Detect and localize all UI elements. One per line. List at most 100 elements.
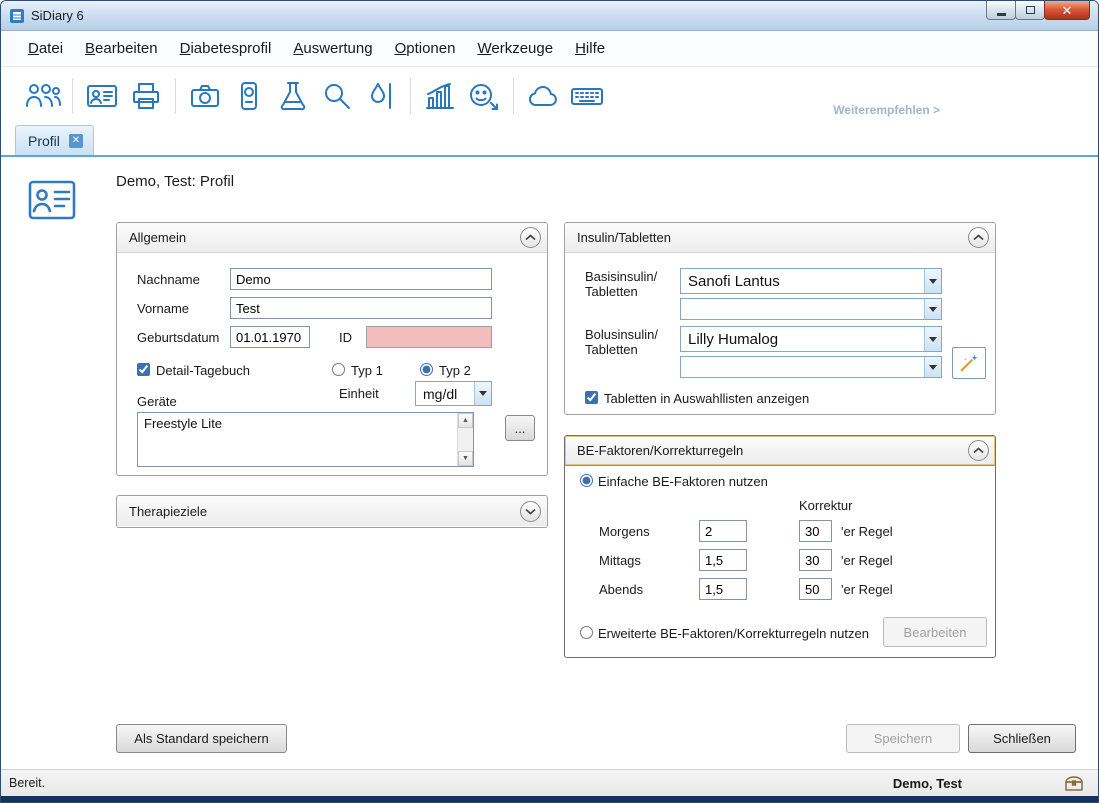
chevron-up-icon <box>973 447 984 454</box>
smiley-icon[interactable] <box>462 74 506 118</box>
menu-optionen[interactable]: Optionen <box>386 36 465 61</box>
tabletten-anzeigen-checkbox[interactable] <box>585 391 598 404</box>
devices-textarea[interactable]: Freestyle Lite ▲ ▼ <box>137 412 474 467</box>
detail-tagebuch-label: Detail-Tagebuch <box>156 363 250 378</box>
status-current-user: Demo, Test <box>893 776 962 791</box>
chevron-down-icon <box>924 357 941 377</box>
vorname-input[interactable] <box>230 297 492 319</box>
chest-icon <box>1064 774 1084 792</box>
erweiterte-be-radio[interactable] <box>580 626 593 639</box>
menu-hilfe[interactable]: Hilfe <box>566 36 614 61</box>
chevron-down-icon <box>525 508 536 515</box>
einheit-label: Einheit <box>339 386 379 401</box>
bearbeiten-button[interactable]: Bearbeiten <box>883 617 987 647</box>
basisinsulin-value: Sanofi Lantus <box>681 269 924 293</box>
bolusinsulin-value-2 <box>681 357 924 377</box>
speichern-button[interactable]: Speichern <box>846 724 960 753</box>
profile-card-icon[interactable] <box>80 74 124 118</box>
id-label: ID <box>339 330 352 345</box>
profile-page-icon <box>28 179 76 221</box>
detail-tagebuch-checkbox[interactable] <box>137 363 150 376</box>
typ1-label: Typ 1 <box>351 363 383 378</box>
bolusinsulin-select-2[interactable] <box>680 356 942 378</box>
tab-profil[interactable]: Profil ✕ <box>15 125 94 155</box>
close-button[interactable]: ✕ <box>1044 1 1090 20</box>
geburtsdatum-input[interactable] <box>230 326 310 348</box>
korrektur-label: Korrektur <box>799 498 852 513</box>
chevron-up-icon <box>525 234 536 241</box>
tab-close-icon[interactable]: ✕ <box>69 134 83 148</box>
erweiterte-be-label: Erweiterte BE-Faktoren/Korrekturregeln n… <box>598 626 869 641</box>
title-bar: SiDiary 6 ✕ <box>1 1 1098 31</box>
morgens-korrektur-input[interactable] <box>799 520 832 542</box>
tabletten-anzeigen-label: Tabletten in Auswahllisten anzeigen <box>604 391 809 406</box>
bolusinsulin-select[interactable]: Lilly Humalog <box>680 326 942 352</box>
typ1-radio[interactable] <box>332 363 345 376</box>
panel-insulin-header: Insulin/Tabletten <box>565 223 995 253</box>
basisinsulin-select[interactable]: Sanofi Lantus <box>680 268 942 294</box>
chevron-down-icon <box>924 299 941 319</box>
menu-bearbeiten[interactable]: Bearbeiten <box>76 36 167 61</box>
minimize-button[interactable] <box>986 1 1016 20</box>
morgens-label: Morgens <box>599 524 650 539</box>
panel-allgemein: Allgemein Nachname Vorname Geburtsdatum … <box>116 222 548 476</box>
bolusinsulin-label: Bolusinsulin/ Tabletten <box>585 327 658 357</box>
devices-more-button[interactable]: ... <box>505 415 535 441</box>
camera-icon[interactable] <box>183 74 227 118</box>
collapse-be-faktoren-button[interactable] <box>968 440 989 461</box>
device-icon[interactable] <box>227 74 271 118</box>
page-title: Demo, Test: Profil <box>116 173 234 190</box>
collapse-insulin-button[interactable] <box>968 227 989 248</box>
cloud-icon[interactable] <box>521 74 565 118</box>
chevron-down-icon <box>924 327 941 351</box>
typ2-label: Typ 2 <box>439 363 471 378</box>
chevron-down-icon <box>924 269 941 293</box>
basisinsulin-select-2[interactable] <box>680 298 942 320</box>
einheit-value: mg/dl <box>416 382 474 405</box>
panel-be-faktoren-header: BE-Faktoren/Korrekturregeln <box>565 436 995 466</box>
abends-faktor-input[interactable] <box>699 578 747 600</box>
window-bottom-edge <box>1 796 1098 802</box>
scroll-down-icon[interactable]: ▼ <box>458 451 473 466</box>
menu-diabetesprofil[interactable]: Diabetesprofil <box>171 36 281 61</box>
abends-regel-label: 'er Regel <box>841 582 893 597</box>
menu-datei[interactable]: Datei <box>19 36 72 61</box>
print-icon[interactable] <box>124 74 168 118</box>
collapse-allgemein-button[interactable] <box>520 227 541 248</box>
einfache-be-radio[interactable] <box>580 474 593 487</box>
glucose-pen-icon[interactable] <box>359 74 403 118</box>
search-icon[interactable] <box>315 74 359 118</box>
recommend-link[interactable]: Weiterempfehlen > <box>833 103 940 117</box>
typ2-radio[interactable] <box>420 363 433 376</box>
panel-therapieziele-title: Therapieziele <box>129 504 520 519</box>
nachname-input[interactable] <box>230 268 492 290</box>
chevron-up-icon <box>973 234 984 241</box>
lab-flask-icon[interactable] <box>271 74 315 118</box>
abends-korrektur-input[interactable] <box>799 578 832 600</box>
geraete-label: Geräte <box>137 394 177 409</box>
statistics-icon[interactable] <box>418 74 462 118</box>
einheit-select[interactable]: mg/dl <box>415 381 492 406</box>
expand-therapieziele-button[interactable] <box>520 501 541 522</box>
scroll-up-icon[interactable]: ▲ <box>458 413 473 428</box>
toolbar-separator <box>72 78 73 114</box>
basisinsulin-label: Basisinsulin/ Tabletten <box>585 269 657 299</box>
id-input[interactable] <box>366 326 492 348</box>
mittags-faktor-input[interactable] <box>699 549 747 571</box>
morgens-faktor-input[interactable] <box>699 520 747 542</box>
maximize-button[interactable] <box>1015 1 1045 20</box>
schliessen-button[interactable]: Schließen <box>968 724 1076 753</box>
menu-auswertung[interactable]: Auswertung <box>284 36 381 61</box>
als-standard-speichern-button[interactable]: Als Standard speichern <box>116 724 287 753</box>
panel-be-faktoren: BE-Faktoren/Korrekturregeln Einfache BE-… <box>564 435 996 658</box>
menu-werkzeuge[interactable]: Werkzeuge <box>468 36 562 61</box>
magic-wand-icon <box>958 352 980 374</box>
keyboard-icon[interactable] <box>565 74 609 118</box>
patients-icon[interactable] <box>21 74 65 118</box>
devices-scrollbar[interactable]: ▲ ▼ <box>457 413 473 466</box>
toolbar-separator <box>410 78 411 114</box>
insulin-wizard-button[interactable] <box>952 347 986 379</box>
panel-insulin-title: Insulin/Tabletten <box>577 230 968 245</box>
mittags-korrektur-input[interactable] <box>799 549 832 571</box>
menu-bar: Datei Bearbeiten Diabetesprofil Auswertu… <box>1 31 1098 67</box>
